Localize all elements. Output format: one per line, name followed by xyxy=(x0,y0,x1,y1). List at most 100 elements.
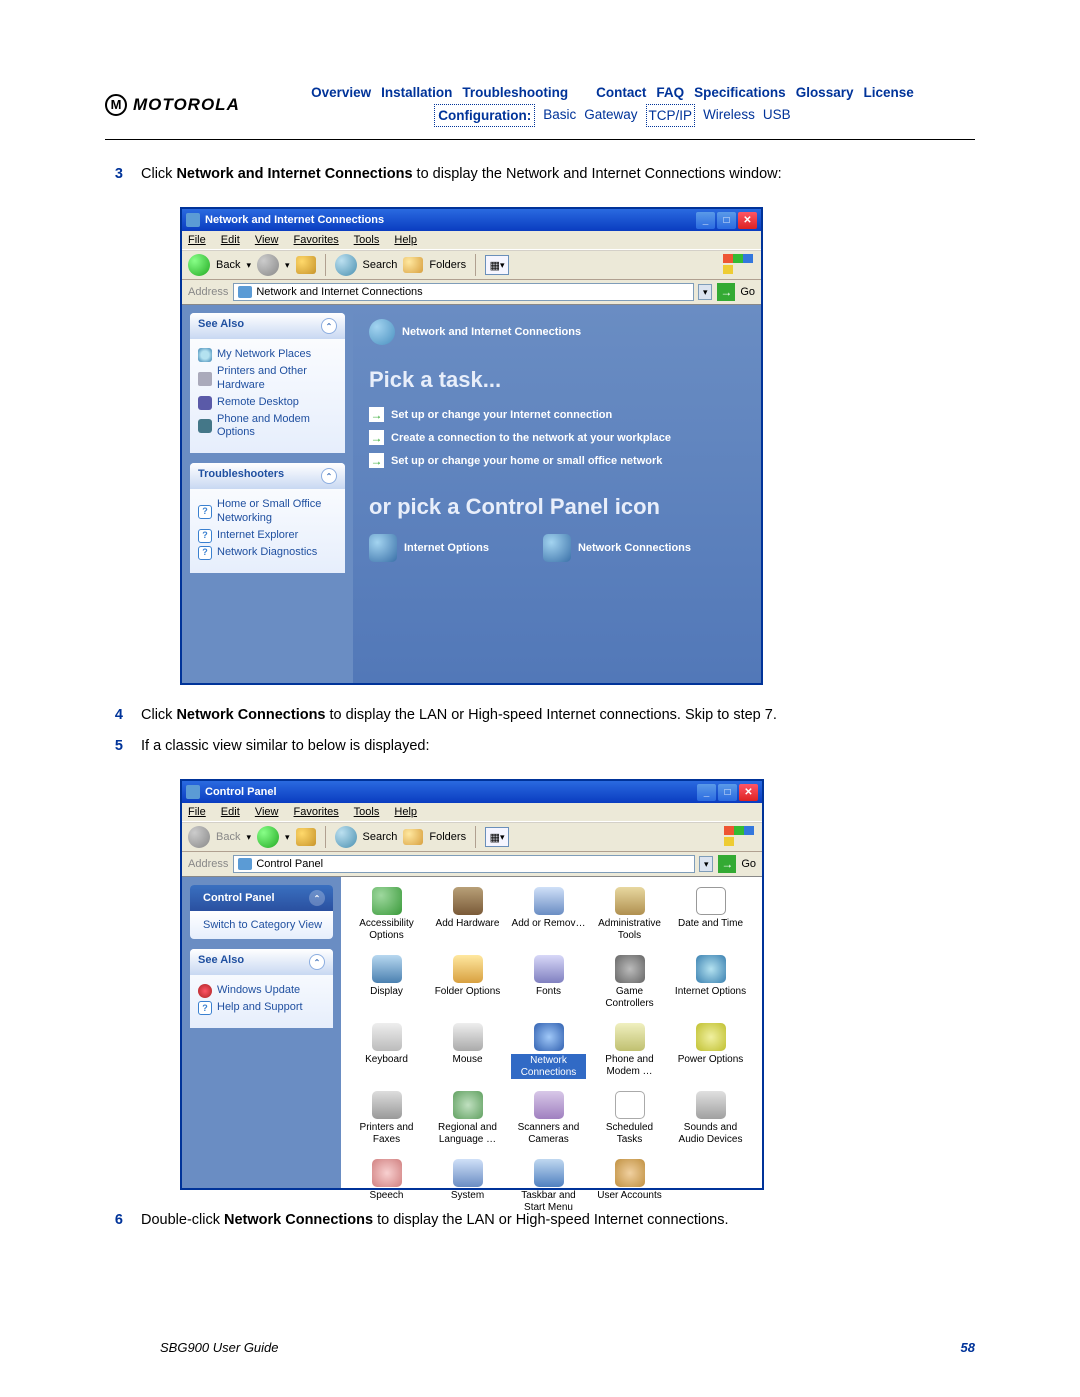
subnav-tcpip[interactable]: TCP/IP xyxy=(646,104,696,128)
subnav-usb[interactable]: USB xyxy=(763,104,791,128)
applet-scanners-and-cameras[interactable]: Scanners and Cameras xyxy=(511,1091,586,1153)
nav-troubleshooting[interactable]: Troubleshooting xyxy=(462,82,568,104)
applet-sounds-and-audio-devices[interactable]: Sounds and Audio Devices xyxy=(673,1091,748,1153)
address-dropdown[interactable]: ▾ xyxy=(699,856,713,872)
collapse-icon[interactable]: ⌃ xyxy=(309,954,325,970)
applet-phone-and-modem[interactable]: Phone and Modem … xyxy=(592,1023,667,1085)
ts-network-diag[interactable]: ?Network Diagnostics xyxy=(198,546,337,560)
views-button[interactable]: ▦▾ xyxy=(485,827,509,847)
minimize-button[interactable]: _ xyxy=(697,784,716,801)
folders-button[interactable]: Folders xyxy=(429,831,466,843)
applet-fonts[interactable]: Fonts xyxy=(511,955,586,1017)
views-button[interactable]: ▦▾ xyxy=(485,255,509,275)
menu-tools[interactable]: Tools xyxy=(354,234,380,246)
search-button[interactable]: Search xyxy=(363,831,398,843)
nav-specifications[interactable]: Specifications xyxy=(694,82,786,104)
nav-license[interactable]: License xyxy=(863,82,913,104)
close-button[interactable]: ✕ xyxy=(738,212,757,229)
task-create-connection[interactable]: →Create a connection to the network at y… xyxy=(369,430,745,445)
collapse-icon[interactable]: ⌃ xyxy=(309,890,325,906)
applet-scheduled-tasks[interactable]: Scheduled Tasks xyxy=(592,1091,667,1153)
sidebar-phone-modem[interactable]: Phone and Modem Options xyxy=(198,413,337,441)
back-dropdown[interactable]: ▾ xyxy=(246,260,251,271)
nav-installation[interactable]: Installation xyxy=(381,82,452,104)
sidebar-help[interactable]: ?Help and Support xyxy=(198,1001,325,1015)
ts-internet-explorer[interactable]: ?Internet Explorer xyxy=(198,529,337,543)
folders-icon[interactable] xyxy=(403,257,423,273)
applet-add-hardware[interactable]: Add Hardware xyxy=(430,887,505,949)
applet-add-or-remov[interactable]: Add or Remov… xyxy=(511,887,586,949)
back-button[interactable]: Back xyxy=(216,259,240,271)
ts-home-office[interactable]: ?Home or Small Office Networking xyxy=(198,498,337,526)
applet-mouse[interactable]: Mouse xyxy=(430,1023,505,1085)
task-setup-home-office[interactable]: →Set up or change your home or small off… xyxy=(369,453,745,468)
nav-glossary[interactable]: Glossary xyxy=(796,82,854,104)
applet-regional-and-language[interactable]: Regional and Language … xyxy=(430,1091,505,1153)
sidebar-my-network-places[interactable]: My Network Places xyxy=(198,348,337,362)
subnav-basic[interactable]: Basic xyxy=(543,104,576,128)
cp-internet-options[interactable]: Internet Options xyxy=(369,534,489,562)
applet-label: Folder Options xyxy=(435,986,501,998)
sidebar-switch-view[interactable]: Switch to Category View xyxy=(198,919,325,931)
applet-date-and-time[interactable]: Date and Time xyxy=(673,887,748,949)
collapse-icon[interactable]: ⌃ xyxy=(321,318,337,334)
forward-icon[interactable] xyxy=(257,254,279,276)
applet-display[interactable]: Display xyxy=(349,955,424,1017)
minimize-button[interactable]: _ xyxy=(696,212,715,229)
sidebar-windows-update[interactable]: Windows Update xyxy=(198,984,325,998)
applet-internet-options[interactable]: Internet Options xyxy=(673,955,748,1017)
nav-contact[interactable]: Contact xyxy=(596,82,646,104)
close-button[interactable]: ✕ xyxy=(739,784,758,801)
maximize-button[interactable]: □ xyxy=(718,784,737,801)
applet-power-options[interactable]: Power Options xyxy=(673,1023,748,1085)
subnav-wireless[interactable]: Wireless xyxy=(703,104,755,128)
window-menubar[interactable]: File Edit View Favorites Tools Help xyxy=(182,231,761,250)
forward-dropdown[interactable]: ▾ xyxy=(285,260,290,271)
forward-icon[interactable] xyxy=(257,826,279,848)
menu-tools[interactable]: Tools xyxy=(354,806,380,818)
menu-view[interactable]: View xyxy=(255,234,279,246)
nav-overview[interactable]: Overview xyxy=(311,82,371,104)
go-label[interactable]: Go xyxy=(740,286,755,298)
up-icon[interactable] xyxy=(296,256,316,274)
cp-network-connections[interactable]: Network Connections xyxy=(543,534,691,562)
printer-icon xyxy=(198,372,212,386)
applet-folder-options[interactable]: Folder Options xyxy=(430,955,505,1017)
applet-network-connections[interactable]: Network Connections xyxy=(511,1023,586,1085)
applet-keyboard[interactable]: Keyboard xyxy=(349,1023,424,1085)
search-icon[interactable] xyxy=(335,826,357,848)
up-icon[interactable] xyxy=(296,828,316,846)
menu-help[interactable]: Help xyxy=(394,806,417,818)
applet-administrative-tools[interactable]: Administrative Tools xyxy=(592,887,667,949)
menu-file[interactable]: File xyxy=(188,806,206,818)
sidebar-printers[interactable]: Printers and Other Hardware xyxy=(198,365,337,393)
menu-view[interactable]: View xyxy=(255,806,279,818)
back-icon[interactable] xyxy=(188,254,210,276)
maximize-button[interactable]: □ xyxy=(717,212,736,229)
search-button[interactable]: Search xyxy=(363,259,398,271)
task-setup-internet[interactable]: →Set up or change your Internet connecti… xyxy=(369,407,745,422)
nav-faq[interactable]: FAQ xyxy=(656,82,684,104)
subnav-gateway[interactable]: Gateway xyxy=(584,104,637,128)
menu-favorites[interactable]: Favorites xyxy=(294,806,339,818)
menu-file[interactable]: File xyxy=(188,234,206,246)
menu-favorites[interactable]: Favorites xyxy=(294,234,339,246)
go-button[interactable]: → xyxy=(718,855,736,873)
address-dropdown[interactable]: ▾ xyxy=(698,284,712,300)
menu-help[interactable]: Help xyxy=(394,234,417,246)
collapse-icon[interactable]: ⌃ xyxy=(321,468,337,484)
folders-icon[interactable] xyxy=(403,829,423,845)
address-field[interactable]: Network and Internet Connections xyxy=(233,283,694,301)
go-label[interactable]: Go xyxy=(741,858,756,870)
menu-edit[interactable]: Edit xyxy=(221,234,240,246)
applet-game-controllers[interactable]: Game Controllers xyxy=(592,955,667,1017)
window-menubar[interactable]: File Edit View Favorites Tools Help xyxy=(182,803,762,822)
menu-edit[interactable]: Edit xyxy=(221,806,240,818)
search-icon[interactable] xyxy=(335,254,357,276)
applet-accessibility-options[interactable]: Accessibility Options xyxy=(349,887,424,949)
sidebar-remote-desktop[interactable]: Remote Desktop xyxy=(198,396,337,410)
go-button[interactable]: → xyxy=(717,283,735,301)
folders-button[interactable]: Folders xyxy=(429,259,466,271)
address-field[interactable]: Control Panel xyxy=(233,855,695,873)
applet-printers-and-faxes[interactable]: Printers and Faxes xyxy=(349,1091,424,1153)
